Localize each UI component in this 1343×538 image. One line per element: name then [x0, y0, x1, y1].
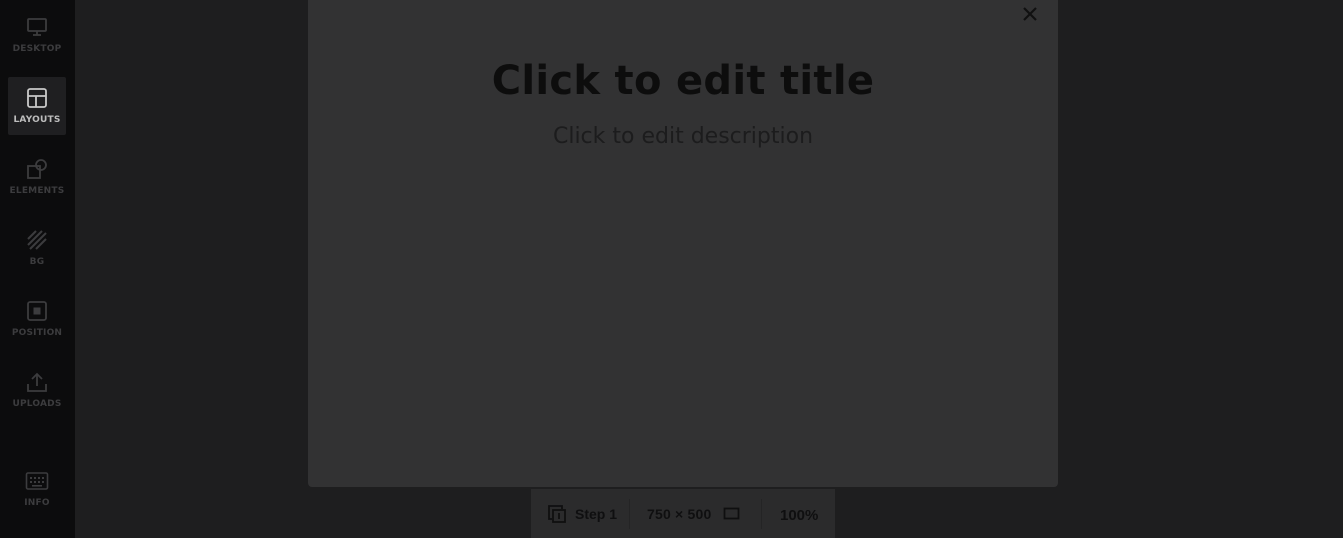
- sidebar-item-desktop[interactable]: DESKTOP: [8, 6, 66, 64]
- sidebar-item-label: UPLOADS: [12, 399, 62, 409]
- sidebar-item-uploads[interactable]: UPLOADS: [8, 361, 66, 419]
- step-label: Step 1: [575, 505, 618, 522]
- sidebar-item-position[interactable]: POSITION: [8, 290, 66, 348]
- sidebar-item-label: POSITION: [11, 328, 63, 338]
- hatch-icon: [25, 228, 49, 252]
- sidebar-item-bg[interactable]: BG: [8, 219, 66, 277]
- layout-icon: [25, 86, 49, 110]
- sidebar-item-layouts[interactable]: LAYOUTS: [8, 77, 66, 135]
- slide-title[interactable]: Click to edit title: [308, 58, 1058, 104]
- bottom-toolbar: Step 1 750 × 500 100%: [531, 489, 835, 538]
- sidebar: DESKTOP LAYOUTS ELEMENTS BG POSITION UPL…: [0, 0, 75, 538]
- zoom-level[interactable]: 100%: [762, 507, 818, 524]
- sidebar-item-label: BG: [29, 257, 45, 267]
- monitor-icon: [25, 15, 49, 39]
- slide-description[interactable]: Click to edit description: [308, 124, 1058, 149]
- sidebar-item-label: DESKTOP: [12, 44, 62, 54]
- step-selector[interactable]: Step 1: [531, 498, 630, 529]
- canvas-size-selector[interactable]: 750 × 500: [630, 498, 762, 529]
- sidebar-item-label: ELEMENTS: [9, 186, 65, 196]
- keyboard-icon: [25, 469, 49, 493]
- sidebar-item-label: INFO: [24, 498, 50, 508]
- shapes-icon: [25, 157, 49, 181]
- copy-pages-icon: [547, 504, 567, 524]
- close-icon: [1023, 6, 1037, 25]
- close-button[interactable]: [1019, 4, 1041, 26]
- frame-icon: [723, 507, 740, 520]
- position-icon: [25, 299, 49, 323]
- sidebar-item-label: LAYOUTS: [13, 115, 61, 125]
- canvas-size-label: 750 × 500: [647, 505, 712, 522]
- upload-icon: [25, 370, 49, 394]
- sidebar-item-elements[interactable]: ELEMENTS: [8, 148, 66, 206]
- sidebar-item-info[interactable]: INFO: [8, 460, 66, 518]
